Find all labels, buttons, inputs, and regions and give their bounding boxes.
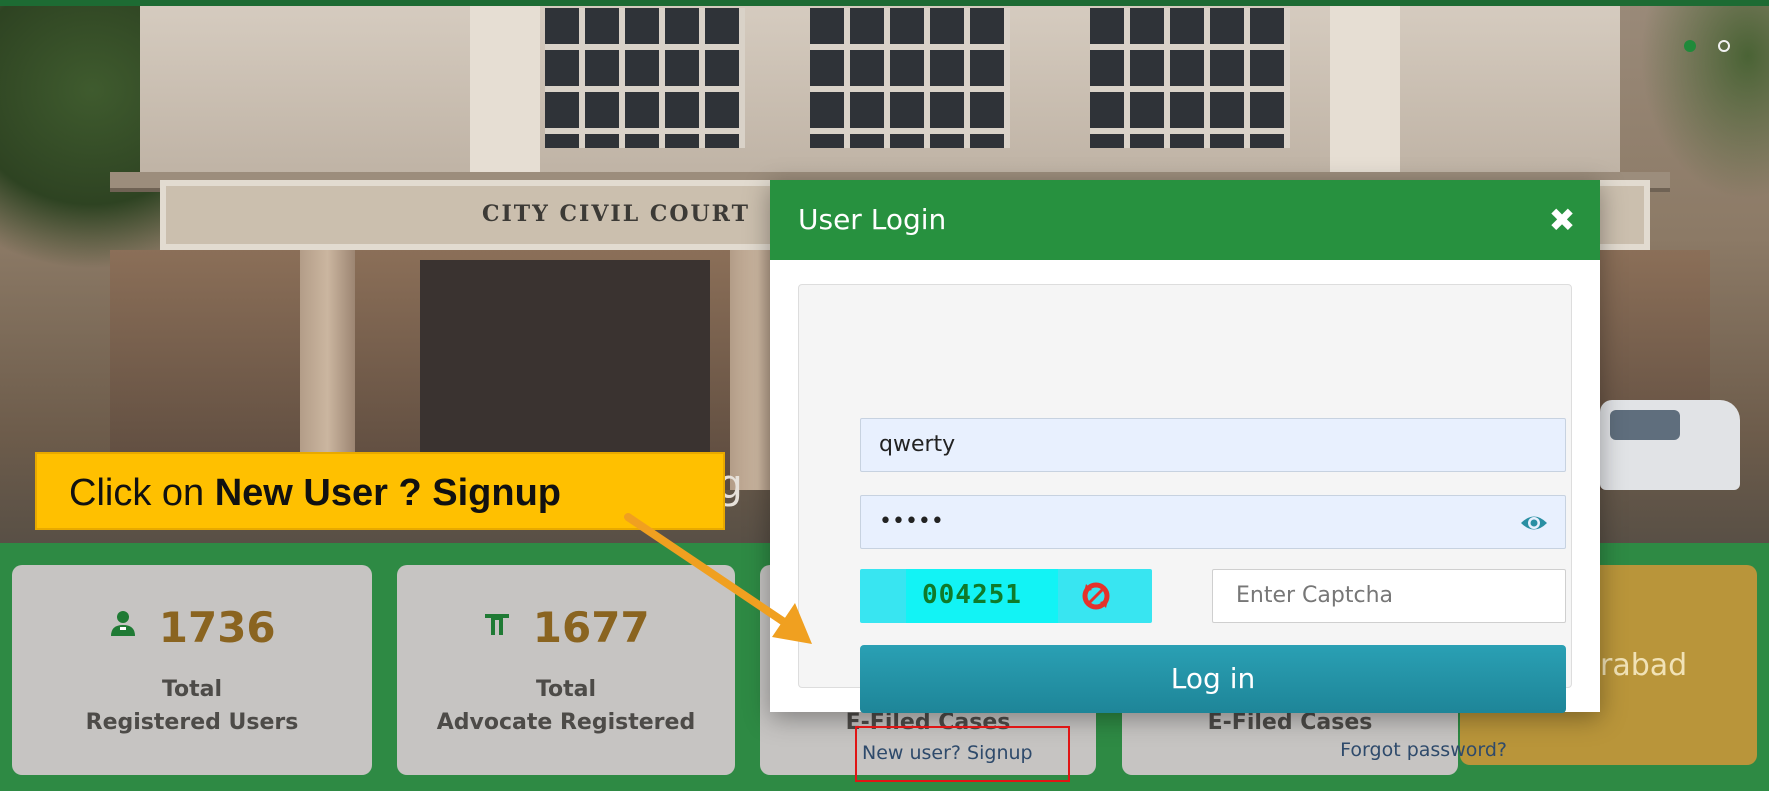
signup-link[interactable]: New user? Signup [855,726,1070,782]
password-value: ••••• [879,509,944,534]
top-bar [0,0,1769,6]
eye-icon[interactable] [1519,509,1549,537]
login-form: qwerty ••••• 004251 Enter Captcha Log in… [798,284,1572,782]
stat-label: Advocate Registered [436,710,696,735]
building-window [545,8,745,148]
captcha-code: 004251 [922,580,1022,610]
stat-card-registered-users: 1736 Total Registered Users [12,565,372,775]
captcha-image: 004251 [860,569,1152,623]
tree-foliage [1640,0,1769,200]
captcha-input[interactable]: Enter Captcha [1212,569,1566,623]
court-sign-text: CITY CIVIL COURT [482,201,750,227]
close-button[interactable]: ✖ [1542,200,1582,240]
stat-label: Total [161,677,223,702]
advocate-icon [482,611,522,646]
stat-value: 1736 [158,603,276,652]
modal-header: User Login ✖ [770,180,1600,260]
callout-bold: New User ? Signup [214,472,561,514]
building-pillar [470,0,540,175]
captcha-placeholder: Enter Captcha [1236,583,1393,608]
stat-card-advocates: 1677 Total Advocate Registered [397,565,735,775]
login-modal: User Login ✖ qwerty ••••• 004251 Enter C… [770,180,1600,782]
tutorial-callout: Click on New User ? Signup [35,452,725,530]
username-value: qwerty [879,432,956,457]
refresh-icon[interactable] [1080,580,1112,612]
carousel-dot-active[interactable] [1684,40,1696,52]
user-icon [108,611,148,646]
modal-title: User Login [798,203,947,236]
login-button[interactable]: Log in [860,645,1566,713]
forgot-password-link[interactable]: Forgot password? [1340,739,1507,761]
building-window [810,8,1010,148]
stat-label: Total [535,677,597,702]
stat-label: Registered Users [85,710,299,735]
password-input[interactable]: ••••• [860,495,1566,549]
stat-partial-text: rabad [1600,648,1688,683]
username-input[interactable]: qwerty [860,418,1566,472]
signup-link-label: New user? Signup [862,742,1033,764]
building-pillar [1330,0,1400,175]
parked-car-window [1610,410,1680,440]
stat-value: 1677 [532,603,650,652]
building-window [1090,8,1290,148]
carousel-dot[interactable] [1718,40,1730,52]
callout-prefix: Click on [69,472,215,514]
